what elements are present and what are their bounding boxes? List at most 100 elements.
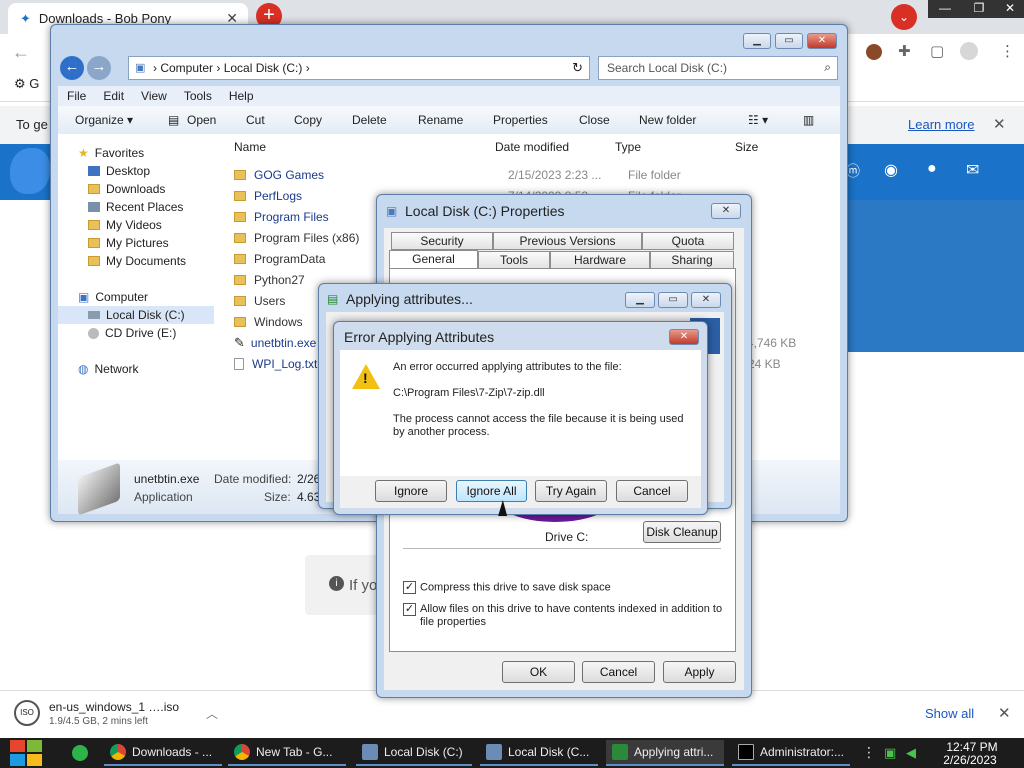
table-row[interactable]: GOG Games 2/15/2023 2:23 ... File folder — [234, 164, 810, 185]
learn-more-link[interactable]: Learn more — [908, 117, 974, 132]
nav-forward-button[interactable]: → — [87, 56, 111, 80]
avatar[interactable] — [866, 44, 882, 60]
taskbar-item-downloads[interactable]: Downloads - ... — [104, 740, 222, 766]
error-close-button[interactable]: ✕ — [669, 329, 699, 345]
preview-pane-icon[interactable]: ▥ — [803, 106, 814, 134]
compress-checkbox[interactable]: ✓ Compress this drive to save disk space — [403, 581, 723, 594]
site-logo[interactable] — [10, 148, 50, 194]
ignore-button[interactable]: Ignore — [375, 480, 447, 502]
kebab-menu-icon[interactable]: ⋮ — [1000, 42, 1015, 60]
apply-button[interactable]: Apply — [663, 661, 736, 683]
sidebar-computer[interactable]: ▣ Computer — [58, 288, 214, 306]
open-button[interactable]: Open — [187, 106, 216, 134]
show-all-link[interactable]: Show all — [925, 706, 974, 721]
applying-maximize-button[interactable]: ▭ — [658, 292, 688, 308]
nav-back-button[interactable]: ← — [60, 56, 84, 80]
close-icon[interactable]: ✕ — [996, 0, 1024, 18]
mastodon-icon[interactable]: ⓜ — [846, 161, 860, 181]
view-options-icon[interactable]: ☷ ▾ — [748, 106, 768, 134]
column-date-modified[interactable]: Date modified — [495, 140, 569, 154]
sidebar-item-my-videos[interactable]: My Videos — [58, 216, 214, 234]
sidebar-item-desktop[interactable]: Desktop — [58, 162, 214, 180]
index-checkbox[interactable]: ✓ Allow files on this drive to have conte… — [403, 603, 723, 629]
clock-date[interactable]: 2/26/2023 — [939, 753, 1001, 767]
new-folder-button[interactable]: New folder — [639, 106, 696, 134]
explorer-minimize-button[interactable]: ▁ — [743, 33, 771, 49]
back-icon[interactable]: ← — [12, 42, 30, 63]
taskbar-item-administrator[interactable]: Administrator:... — [732, 740, 850, 766]
volume-icon[interactable]: ◀ — [906, 745, 916, 761]
taskbar-item-local-disk[interactable]: Local Disk (C:) — [356, 740, 472, 766]
sidebar-network[interactable]: ◍ Network — [58, 360, 214, 378]
profile-icon[interactable] — [960, 42, 978, 60]
column-type[interactable]: Type — [615, 140, 641, 154]
bookmark-item[interactable]: ⚙ G — [14, 76, 39, 92]
explorer-maximize-button[interactable]: ▭ — [775, 33, 803, 49]
start-button[interactable] — [10, 740, 42, 766]
chevron-up-icon[interactable]: ︿ — [206, 705, 218, 722]
folder-icon — [88, 256, 100, 266]
sidebar-item-local-disk[interactable]: Local Disk (C:) — [58, 306, 214, 324]
breadcrumb-computer[interactable]: Computer — [160, 61, 213, 75]
organize-button[interactable]: Organize ▾ — [75, 106, 133, 134]
copy-button[interactable]: Copy — [294, 106, 322, 134]
taskbar-item-local-disk-properties[interactable]: Local Disk (C... — [480, 740, 598, 766]
menu-file[interactable]: File — [67, 86, 86, 106]
applying-minimize-button[interactable]: ▁ — [625, 292, 655, 308]
tab-previous-versions[interactable]: Previous Versions — [493, 232, 642, 250]
app-icon[interactable] — [72, 745, 88, 761]
refresh-icon[interactable]: ↻ — [572, 60, 583, 76]
applying-close-button[interactable]: ✕ — [691, 292, 721, 308]
menu-view[interactable]: View — [141, 86, 167, 106]
tab-quota[interactable]: Quota — [642, 232, 734, 250]
close-shelf-icon[interactable]: ✕ — [998, 704, 1011, 722]
tab-sharing[interactable]: Sharing — [650, 251, 734, 269]
column-name[interactable]: Name — [234, 140, 266, 154]
ignore-all-button[interactable]: Ignore All — [456, 480, 527, 502]
cancel-button[interactable]: Cancel — [582, 661, 655, 683]
discord-icon[interactable]: ◉ — [884, 160, 898, 180]
extensions-icon[interactable]: ✚ — [898, 42, 911, 60]
rename-button[interactable]: Rename — [418, 106, 463, 134]
tab-security[interactable]: Security — [391, 232, 493, 250]
download-filename[interactable]: en-us_windows_1 ….iso — [49, 700, 179, 714]
tab-hardware[interactable]: Hardware — [550, 251, 650, 269]
sidebar-item-my-pictures[interactable]: My Pictures — [58, 234, 214, 252]
cut-button[interactable]: Cut — [246, 106, 265, 134]
menu-edit[interactable]: Edit — [103, 86, 124, 106]
menu-help[interactable]: Help — [229, 86, 254, 106]
sidebar-item-recent-places[interactable]: Recent Places — [58, 198, 214, 216]
minimize-icon[interactable]: — — [928, 0, 962, 18]
chrome-menu-icon[interactable]: ⌄ — [891, 4, 917, 30]
menu-tools[interactable]: Tools — [184, 86, 212, 106]
error-cancel-button[interactable]: Cancel — [616, 480, 688, 502]
taskbar-item-new-tab[interactable]: New Tab - G... — [228, 740, 346, 766]
tray-overflow-icon[interactable]: ⋮ — [862, 744, 876, 761]
disk-cleanup-button[interactable]: Disk Cleanup — [643, 521, 721, 543]
column-size[interactable]: Size — [735, 140, 758, 154]
tab-general[interactable]: General — [389, 250, 478, 270]
sidebar-item-cd-drive[interactable]: CD Drive (E:) — [58, 324, 214, 342]
taskbar-item-applying-attributes[interactable]: Applying attri... — [606, 740, 724, 766]
properties-close-button[interactable]: ✕ — [711, 203, 741, 219]
try-again-button[interactable]: Try Again — [535, 480, 607, 502]
tab-tools[interactable]: Tools — [478, 251, 550, 269]
side-panel-icon[interactable]: ▢ — [930, 42, 944, 60]
properties-button[interactable]: Properties — [493, 106, 548, 134]
mail-icon[interactable]: ✉ — [966, 160, 979, 180]
close-infobar-icon[interactable]: ✕ — [993, 115, 1006, 133]
delete-button[interactable]: Delete — [352, 106, 387, 134]
network-tray-icon[interactable]: ▣ — [884, 745, 896, 761]
github-icon[interactable]: ● — [927, 160, 937, 178]
breadcrumb-local-disk[interactable]: Local Disk (C:) — [224, 61, 303, 75]
ok-button[interactable]: OK — [502, 661, 575, 683]
clock-time[interactable]: 12:47 PM — [942, 740, 1002, 754]
close-button[interactable]: Close — [579, 106, 610, 134]
explorer-close-button[interactable]: ✕ — [807, 33, 837, 49]
search-input[interactable]: Search Local Disk (C:) ⌕ — [598, 56, 838, 80]
address-bar[interactable]: ▣ › Computer › Local Disk (C:) › ↻ — [128, 56, 590, 80]
restore-icon[interactable]: ❐ — [962, 0, 996, 18]
sidebar-favorites[interactable]: ★ Favorites — [58, 144, 214, 162]
sidebar-item-my-documents[interactable]: My Documents — [58, 252, 214, 270]
sidebar-item-downloads[interactable]: Downloads — [58, 180, 214, 198]
